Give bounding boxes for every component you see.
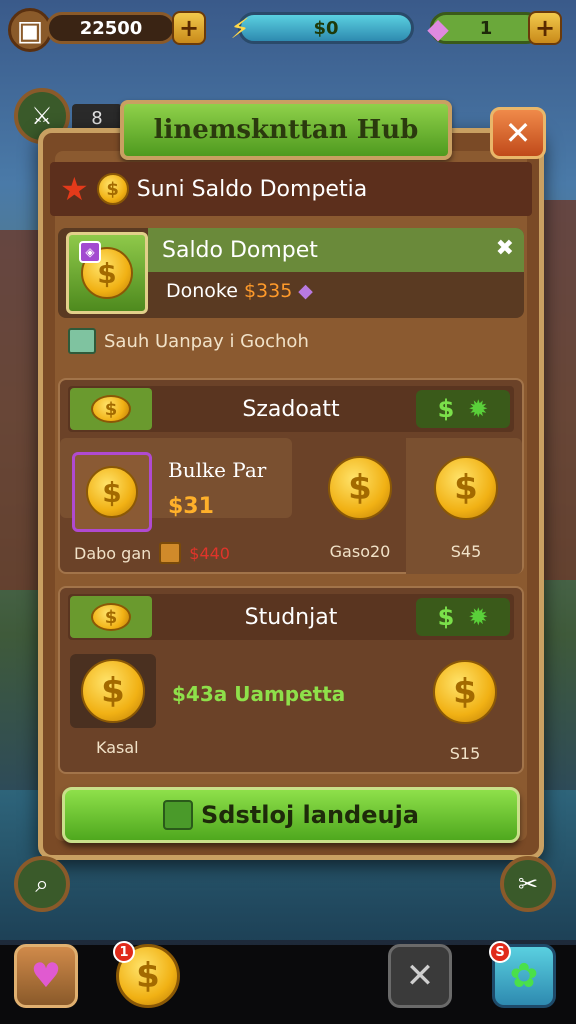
cash-icon	[163, 800, 193, 830]
coin-icon: $	[91, 395, 131, 423]
saldo-balance-label: Donoke	[166, 280, 238, 302]
gear-icon: ✹	[468, 603, 489, 631]
section-student-header: $ Studnjat $ ✹	[68, 594, 514, 640]
gem-icon: ◆	[427, 11, 449, 45]
hud-coins: ▣ 22500 +	[8, 8, 206, 52]
lightning-icon: ⚡	[230, 11, 250, 45]
bundle-thumbnail: $	[72, 452, 152, 532]
dollar-icon: $	[437, 395, 455, 423]
student-promo: $43a Uampetta	[172, 682, 346, 706]
coin-stack-icon: $	[86, 466, 138, 518]
saldo-coin-thumbnail: $ ◈	[66, 232, 148, 314]
offer-item-label: Gaso20	[329, 542, 391, 561]
offer-item[interactable]: $ S45	[418, 456, 514, 561]
star-icon: ★	[60, 170, 89, 208]
bundle-caption-row: Dabo gan $440	[74, 542, 230, 564]
saldo-card: Saldo Dompet ✖ $ ◈ Donoke $335 ◆	[58, 228, 524, 318]
shop-notification-badge: S	[489, 941, 511, 963]
section-offers-badge: $ ✹	[416, 390, 510, 428]
bundle-card[interactable]: $ Bulke Par $31	[60, 438, 292, 532]
offer-item-label: S45	[450, 542, 482, 561]
coins-notification-badge: 1	[113, 941, 135, 963]
hud-energy: $0 ⚡	[218, 8, 414, 48]
coin-icon: $	[434, 456, 498, 520]
section-student-title: Studnjat	[244, 604, 338, 630]
favorites-button[interactable]: ♥	[14, 944, 78, 1008]
add-coins-button[interactable]: +	[172, 11, 206, 45]
add-gems-button[interactable]: +	[528, 11, 562, 45]
coins-button[interactable]: $ 1	[113, 941, 180, 1008]
section-offers-header: $ Szadoatt $ ✹	[68, 386, 514, 432]
search-icon[interactable]: ⌕	[14, 856, 70, 912]
saldo-title-bar: Saldo Dompet	[148, 228, 524, 272]
coin-icon: $	[328, 456, 392, 520]
student-item-label: Kasal	[96, 738, 139, 757]
tools-icon[interactable]: ✂	[500, 856, 556, 912]
confirm-button-label: Sdstloj landeuja	[201, 801, 419, 829]
note-icon	[68, 328, 96, 354]
confirm-button[interactable]: Sdstloj landeuja	[62, 787, 520, 843]
section-student: $ Studnjat $ ✹ $ Kasal $43a Uampetta $ S…	[58, 586, 524, 774]
close-icon: ✕	[405, 956, 435, 996]
info-note-text: Sauh Uanpay i Gochoh	[104, 330, 309, 352]
coin-icon: $	[81, 659, 145, 723]
crystal-icon: ◆	[298, 280, 313, 302]
gear-icon: ✹	[468, 395, 489, 423]
saldo-close-icon[interactable]: ✖	[496, 236, 514, 261]
close-button[interactable]: ✕	[490, 107, 546, 159]
panel-header: ★ $ Suni Saldo Dompetia	[50, 162, 532, 216]
panel-header-text: Suni Saldo Dompetia	[136, 176, 368, 202]
section-student-badge: $ ✹	[416, 598, 510, 636]
bundle-caption: Dabo gan	[74, 543, 152, 563]
student-offer-label: S15	[449, 744, 481, 763]
coin-icon: $	[136, 956, 160, 996]
coin-icon: $	[433, 660, 497, 724]
offer-item[interactable]: $ Gaso20	[312, 456, 408, 561]
info-note: Sauh Uanpay i Gochoh	[68, 328, 309, 354]
coins-value: 22500	[46, 12, 176, 44]
hud-gems: 1 ◆ +	[416, 8, 568, 48]
panel-title: linemsknttan Hub	[120, 100, 452, 160]
shop-button[interactable]: ✿ S	[489, 941, 556, 1008]
badge-icon: ◈	[79, 241, 101, 263]
bundle-price: $31	[168, 494, 214, 519]
chest-icon	[159, 542, 182, 564]
saldo-balance-value: $335	[243, 280, 293, 302]
clover-icon: ✿	[509, 956, 539, 996]
student-offer-item[interactable]: $ S15	[420, 660, 510, 763]
section-offers-title: Szadoatt	[242, 396, 340, 422]
coin-icon: $	[91, 603, 131, 631]
heart-icon: ♥	[30, 956, 62, 996]
section-coin-box: $	[70, 388, 152, 430]
bundle-title: Bulke Par	[168, 458, 267, 482]
dollar-icon: $	[437, 603, 455, 631]
energy-value: $0	[238, 12, 414, 44]
section-offers: $ Szadoatt $ ✹ $ Bulke Par $31 Dabo gan …	[58, 378, 524, 574]
saldo-title: Saldo Dompet	[162, 237, 318, 263]
dismiss-button[interactable]: ✕	[388, 944, 452, 1008]
section-coin-box: $	[70, 596, 152, 638]
bundle-price-secondary: $440	[189, 543, 230, 563]
student-item-thumb[interactable]: $	[70, 654, 156, 728]
saldo-balance: Donoke $335 ◆	[166, 280, 313, 302]
coin-icon: $	[96, 173, 129, 205]
